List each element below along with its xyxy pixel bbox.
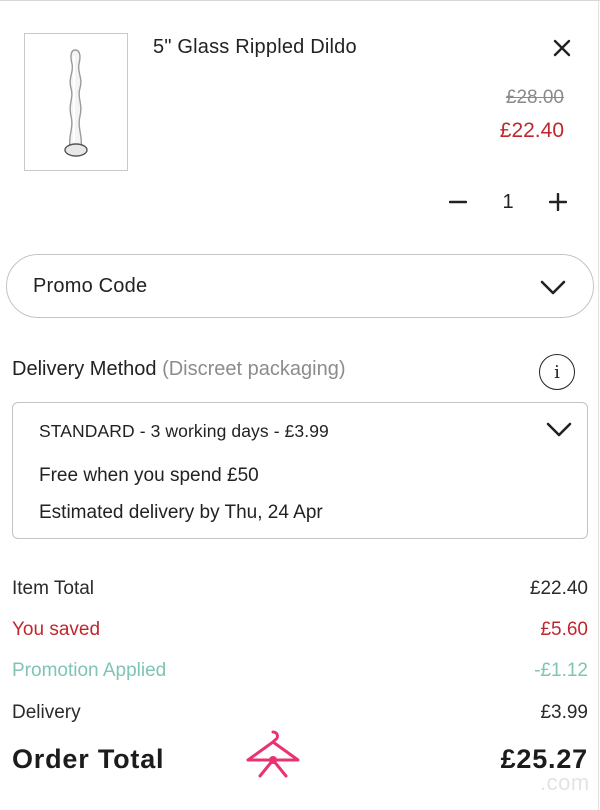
- free-delivery-note: Free when you spend £50: [39, 465, 259, 486]
- delivery-label: Delivery: [12, 702, 81, 723]
- remove-item-button[interactable]: [548, 34, 576, 62]
- chevron-down-icon: [540, 280, 566, 295]
- delivery-row: Delivery £3.99: [12, 702, 588, 724]
- item-total-value: £22.40: [529, 578, 588, 599]
- close-icon: [553, 39, 571, 57]
- promotion-value: -£1.12: [534, 660, 588, 681]
- plus-icon: [549, 193, 567, 211]
- estimated-delivery-date: Estimated delivery by Thu, 24 Apr: [39, 502, 323, 523]
- item-total-row: Item Total £22.40: [12, 578, 588, 600]
- increase-quantity-button[interactable]: [546, 190, 570, 214]
- item-total-label: Item Total: [12, 578, 95, 599]
- promotion-label: Promotion Applied: [12, 660, 167, 681]
- watermark-text: .com: [540, 770, 590, 795]
- delivery-method-subtitle: (Discreet packaging): [162, 358, 346, 380]
- minus-icon: [449, 200, 467, 204]
- order-total-label: Order Total: [12, 744, 165, 774]
- promotion-row: Promotion Applied -£1.12: [12, 660, 588, 682]
- delivery-value: £3.99: [540, 702, 588, 723]
- info-icon-glyph: i: [554, 361, 560, 383]
- delivery-method-title: Delivery Method: [12, 358, 157, 380]
- chevron-down-icon: [546, 422, 572, 437]
- delivery-method-select[interactable]: STANDARD - 3 working days - £3.99 Free w…: [12, 402, 588, 539]
- quantity-stepper: 1: [446, 186, 570, 218]
- quantity-value: 1: [502, 190, 514, 213]
- product-title[interactable]: 5" Glass Rippled Dildo: [153, 36, 357, 59]
- saved-row: You saved £5.60: [12, 619, 588, 641]
- hanger-bow-logo-icon: [246, 730, 300, 778]
- right-edge-divider: [598, 0, 599, 810]
- promo-code-label: Promo Code: [33, 274, 148, 297]
- top-divider: [0, 0, 600, 1]
- product-thumbnail[interactable]: [24, 33, 128, 171]
- promo-code-toggle[interactable]: Promo Code: [6, 254, 594, 318]
- selected-delivery-option: STANDARD - 3 working days - £3.99: [39, 421, 329, 441]
- decrease-quantity-button[interactable]: [446, 190, 470, 214]
- glass-product-image: [64, 49, 88, 157]
- sale-price: £22.40: [499, 119, 564, 142]
- info-icon[interactable]: i: [539, 354, 575, 390]
- saved-value: £5.60: [540, 619, 588, 640]
- original-price: £28.00: [505, 87, 564, 108]
- saved-label: You saved: [12, 619, 101, 640]
- delivery-method-heading: Delivery Method (Discreet packaging): [12, 358, 346, 381]
